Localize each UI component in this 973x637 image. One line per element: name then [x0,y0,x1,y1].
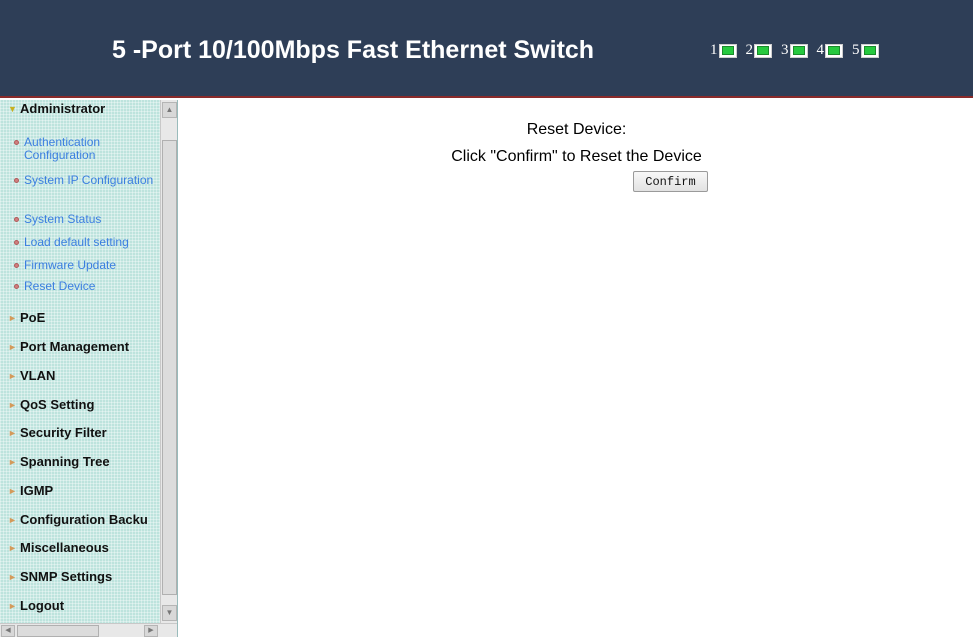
scroll-thumb[interactable] [162,140,177,595]
port-number: 5 [852,42,860,58]
menu-label: Port Management [20,339,130,354]
collapsed-arrow-icon: ► [8,542,17,553]
bullet-icon [14,284,19,289]
sidebar-item-authentication-configuration[interactable]: Authentication Configuration [14,136,159,162]
sidebar-item-load-default-setting[interactable]: Load default setting [14,236,159,249]
port-led-icon [825,43,843,58]
bullet-icon [14,217,19,222]
sidebar-item-label: Load default setting [24,235,129,249]
collapsed-arrow-icon: ► [8,456,17,467]
main-content: Reset Device: Click "Confirm" to Reset t… [180,100,973,637]
menu-label: Administrator [20,101,106,116]
port-led-icon [718,43,737,58]
port-1-status: 1 [710,43,737,58]
menu-miscellaneous[interactable]: ► Miscellaneous [8,540,109,555]
header-banner: 5 -Port 10/100Mbps Fast Ethernet Switch … [0,0,973,98]
port-status-panel: 1 2 3 4 5 [710,43,879,58]
menu-vlan[interactable]: ► VLAN [8,368,55,383]
port-2-status: 2 [745,42,772,58]
port-5-status: 5 [852,43,879,58]
menu-label: IGMP [20,483,54,498]
menu-label: PoE [20,310,46,325]
menu-administrator[interactable]: ▼ Administrator [8,101,105,116]
menu-security-filter[interactable]: ► Security Filter [8,425,107,440]
page-title: Reset Device: [526,121,627,138]
sidebar-menu: ▼ Administrator Authentication Configura… [0,100,178,637]
sidebar-item-label: Reset Device [24,279,96,293]
sidebar-item-label: Firmware Update [24,258,117,272]
expanded-arrow-icon: ▼ [8,103,17,114]
collapsed-arrow-icon: ► [8,514,17,525]
menu-logout[interactable]: ► Logout [8,598,64,613]
menu-label: Configuration Backu [20,512,148,527]
port-led-icon [789,43,808,58]
collapsed-arrow-icon: ► [8,571,17,582]
scroll-left-icon[interactable]: ◀ [1,625,15,637]
collapsed-arrow-icon: ► [8,485,17,496]
menu-spanning-tree[interactable]: ► Spanning Tree [8,454,110,469]
bullet-icon [14,178,19,183]
sidebar-item-label: Authentication Configuration [24,135,101,162]
collapsed-arrow-icon: ► [8,427,17,438]
port-4-status: 4 [816,42,843,58]
menu-qos-setting[interactable]: ► QoS Setting [8,397,94,412]
port-number: 3 [781,42,789,58]
bullet-icon [14,140,19,145]
collapsed-arrow-icon: ► [8,341,17,352]
sidebar-item-label: System IP Configuration [24,173,154,187]
port-led-icon [860,43,879,58]
scroll-down-icon[interactable]: ▼ [162,605,177,621]
sidebar-item-reset-device[interactable]: Reset Device [14,280,159,293]
sidebar-item-label: System Status [24,212,102,226]
menu-label: SNMP Settings [20,569,113,584]
collapsed-arrow-icon: ► [8,399,17,410]
sidebar-vertical-scrollbar[interactable]: ▲ ▼ [160,100,177,623]
collapsed-arrow-icon: ► [8,370,17,381]
menu-label: Logout [20,598,65,613]
port-led-icon [754,43,772,58]
scroll-up-icon[interactable]: ▲ [162,102,177,118]
menu-snmp-settings[interactable]: ► SNMP Settings [8,569,112,584]
sidebar-horizontal-scrollbar[interactable]: ◀ ▶ [0,623,177,637]
reset-instruction-text: Click "Confirm" to Reset the Device [451,148,702,165]
port-3-status: 3 [781,43,808,58]
scroll-right-icon[interactable]: ▶ [144,625,158,637]
collapsed-arrow-icon: ► [8,600,17,611]
port-number: 2 [745,42,754,58]
menu-label: QoS Setting [20,397,95,412]
menu-label: Security Filter [20,425,107,440]
product-title: 5 -Port 10/100Mbps Fast Ethernet Switch [112,36,595,64]
menu-poe[interactable]: ► PoE [8,310,45,325]
menu-igmp[interactable]: ► IGMP [8,483,53,498]
confirm-button[interactable]: Confirm [633,171,708,192]
scroll-thumb[interactable] [17,625,99,637]
menu-label: VLAN [20,368,56,383]
sidebar-item-firmware-update[interactable]: Firmware Update [14,259,159,272]
sidebar-item-system-ip-configuration[interactable]: System IP Configuration [14,174,159,187]
menu-label: Spanning Tree [20,454,110,469]
menu-configuration-backup[interactable]: ► Configuration Backu [8,512,148,527]
sidebar-item-system-status[interactable]: System Status [14,213,159,226]
port-number: 4 [816,42,825,58]
collapsed-arrow-icon: ► [8,312,17,323]
bullet-icon [14,263,19,268]
port-number: 1 [710,42,718,58]
menu-port-management[interactable]: ► Port Management [8,339,129,354]
menu-label: Miscellaneous [20,540,109,555]
bullet-icon [14,240,19,245]
